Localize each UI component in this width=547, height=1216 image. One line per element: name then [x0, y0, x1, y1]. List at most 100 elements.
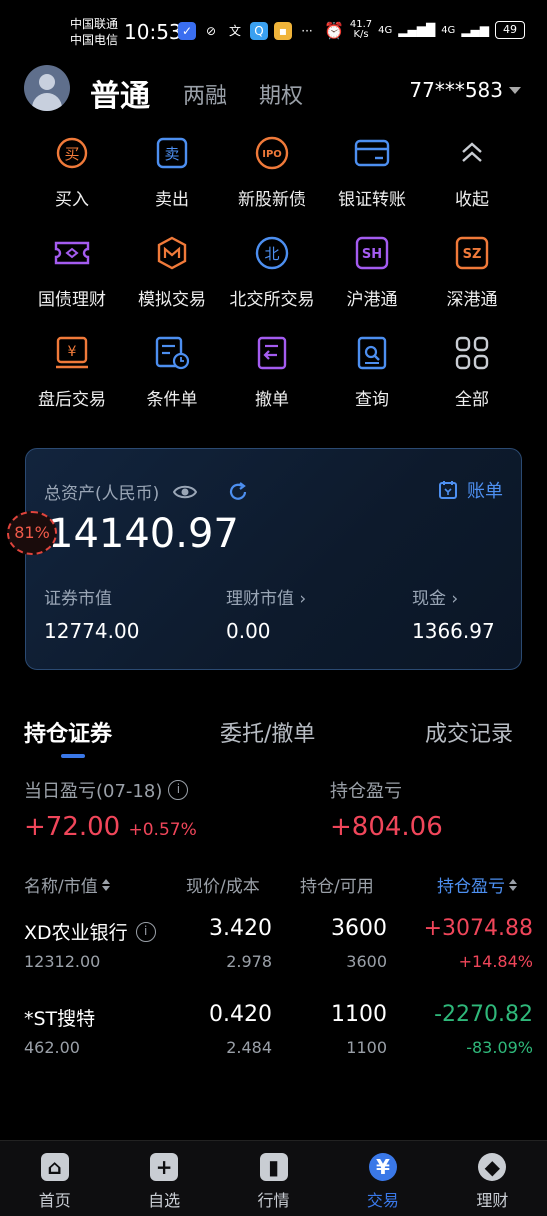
grid-item-cancel-order[interactable]: 撤单: [222, 333, 322, 417]
alarm-icon: ⏰: [323, 20, 344, 40]
status-indicators: ⏰ 41.7 K/s 4G ▂▄▆█ 4G ▂▄▆ 49: [324, 20, 525, 40]
securities-value-label: 证券市值: [44, 589, 112, 609]
total-asset-label-text: 总资产(人民币): [44, 484, 160, 504]
avatar[interactable]: [24, 65, 70, 111]
nav-item-home[interactable]: ⌂ 首页: [0, 1141, 109, 1216]
condition-order-icon: [152, 333, 192, 373]
grid-item-bank-card[interactable]: 银证转账: [322, 133, 422, 217]
grid-item-sell[interactable]: 卖 卖出: [122, 133, 222, 217]
refresh-icon[interactable]: [227, 481, 249, 503]
holding-pl-value: +804.06: [330, 812, 443, 842]
simulation-icon: [152, 233, 192, 273]
grid-item-bse[interactable]: 北 北交所交易: [222, 233, 322, 317]
ledger-button[interactable]: 账单: [437, 477, 503, 503]
holding-pl-percent: -83.09%: [466, 1038, 533, 1057]
grid-item-label: 卖出: [155, 190, 189, 210]
holding-pl-percent: +14.84%: [458, 952, 533, 971]
grid-item-label: 撤单: [255, 390, 289, 410]
table-row[interactable]: XD农业银行 i 12312.00 3.420 2.978 3600 3600 +…: [0, 908, 547, 978]
grid-item-label: 深港通: [446, 290, 498, 310]
sh-icon: SH: [352, 233, 392, 273]
bse-icon: 北: [252, 233, 292, 273]
search-app-icon: Q: [250, 22, 268, 40]
grid-item-label: 查询: [355, 390, 389, 410]
signal-bars-icon: ▂▄▆█: [398, 23, 436, 37]
tab-trades[interactable]: 成交记录: [425, 716, 513, 748]
ticket-icon: [52, 233, 92, 273]
asset-card: 总资产(人民币) 账单 14140.97 证券市值 12774.00 理财市值 …: [25, 448, 522, 670]
nav-label: 行情: [257, 1191, 290, 1210]
network-speed: 41.7 K/s: [350, 20, 372, 40]
nav-label: 交易: [366, 1191, 399, 1210]
grid-item-label: 国债理财: [38, 290, 106, 310]
grid-item-after-hours[interactable]: ¥ 盘后交易: [22, 333, 122, 417]
grid-item-label: 模拟交易: [138, 290, 206, 310]
grid-item-condition-order[interactable]: 条件单: [122, 333, 222, 417]
grid-item-sz[interactable]: SZ 深港通: [422, 233, 522, 317]
more-notifications-icon: ···: [301, 24, 313, 38]
grid-item-ipo[interactable]: IPO 新股新债: [222, 133, 322, 217]
tab-holdings[interactable]: 持仓证券: [24, 716, 112, 748]
column-price-cost: 现价/成本: [186, 877, 260, 897]
grid-item-query[interactable]: 查询: [322, 333, 422, 417]
tab-margin[interactable]: 两融: [183, 78, 227, 110]
svg-text:IPO: IPO: [262, 149, 282, 160]
tab-normal[interactable]: 普通: [90, 71, 150, 115]
current-price: 3.420: [209, 916, 272, 941]
nav-item-watchlist[interactable]: + 自选: [109, 1141, 218, 1216]
stock-name-text: *ST搜特: [24, 1008, 96, 1030]
daily-pl-value: +72.00: [24, 812, 121, 842]
grid-item-sh[interactable]: SH 沪港通: [322, 233, 422, 317]
grid-item-all[interactable]: 全部: [422, 333, 522, 417]
bank-card-icon: [352, 133, 392, 173]
account-header: 普通 两融 期权 77***583: [0, 62, 547, 118]
wealth-value: 0.00: [226, 619, 271, 643]
translate-icon: 文: [228, 24, 241, 38]
nav-item-wealth[interactable]: ◆ 理财: [438, 1141, 547, 1216]
daily-pl-label-text: 当日盈亏(07-18): [24, 781, 163, 802]
stock-name: *ST搜特: [24, 1004, 95, 1031]
holding-pl: -2270.82: [434, 1002, 533, 1027]
floating-percent-badge[interactable]: 81%: [7, 511, 57, 555]
notes-app-icon: ▪: [274, 22, 292, 40]
grid-item-ticket[interactable]: 国债理财: [22, 233, 122, 317]
after-hours-icon: ¥: [52, 333, 92, 373]
nav-label: 自选: [148, 1191, 181, 1210]
total-asset-label: 总资产(人民币): [44, 479, 249, 504]
account-selector[interactable]: 77***583: [409, 78, 521, 102]
column-holding-pl[interactable]: 持仓盈亏: [437, 872, 517, 897]
nav-item-market[interactable]: ▮ 行情: [219, 1141, 328, 1216]
sz-icon: SZ: [452, 233, 492, 273]
grid-item-buy[interactable]: 买 买入: [22, 133, 122, 217]
stock-name: XD农业银行 i: [24, 918, 156, 945]
eye-icon[interactable]: [173, 483, 198, 501]
signal-bars-2-icon: ▂▄▆: [461, 23, 489, 37]
info-icon[interactable]: i: [135, 921, 156, 942]
svg-text:卖: 卖: [164, 145, 179, 163]
column-label: 名称/市值: [24, 877, 98, 897]
cash-link[interactable]: 现金 ›: [412, 584, 458, 609]
nav-label: 理财: [476, 1191, 509, 1210]
collapse-icon: [452, 133, 492, 173]
grid-item-collapse[interactable]: 收起: [422, 133, 522, 217]
function-grid: 买 买入卖 卖出 IPO 新股新债 银证转账 收起 国债理财 模拟交易北 北交所交…: [22, 133, 526, 417]
grid-item-label: 新股新债: [238, 190, 306, 210]
notification-icons: ✓ ⊘ 文 Q ▪ ···: [178, 22, 316, 40]
grid-item-label: 沪港通: [346, 290, 398, 310]
sell-icon: 卖: [152, 133, 192, 173]
tab-orders[interactable]: 委托/撤单: [220, 716, 315, 748]
info-icon[interactable]: i: [168, 780, 189, 800]
buy-icon: 买: [52, 133, 92, 173]
svg-text:买: 买: [64, 145, 79, 163]
grid-item-simulation[interactable]: 模拟交易: [122, 233, 222, 317]
grid-item-label: 收起: [455, 190, 489, 210]
available-qty: 3600: [346, 952, 387, 971]
current-price: 0.420: [209, 1002, 272, 1027]
column-name-market-value[interactable]: 名称/市值: [24, 872, 110, 897]
query-icon: [352, 333, 392, 373]
wealth-value-link[interactable]: 理财市值 ›: [226, 584, 306, 609]
nav-item-trade[interactable]: ¥ 交易: [328, 1141, 437, 1216]
table-row[interactable]: *ST搜特 462.00 0.420 2.484 1100 1100 -2270…: [0, 994, 547, 1064]
tab-options[interactable]: 期权: [259, 78, 303, 110]
daily-pl: +72.00 +0.57%: [24, 812, 197, 842]
